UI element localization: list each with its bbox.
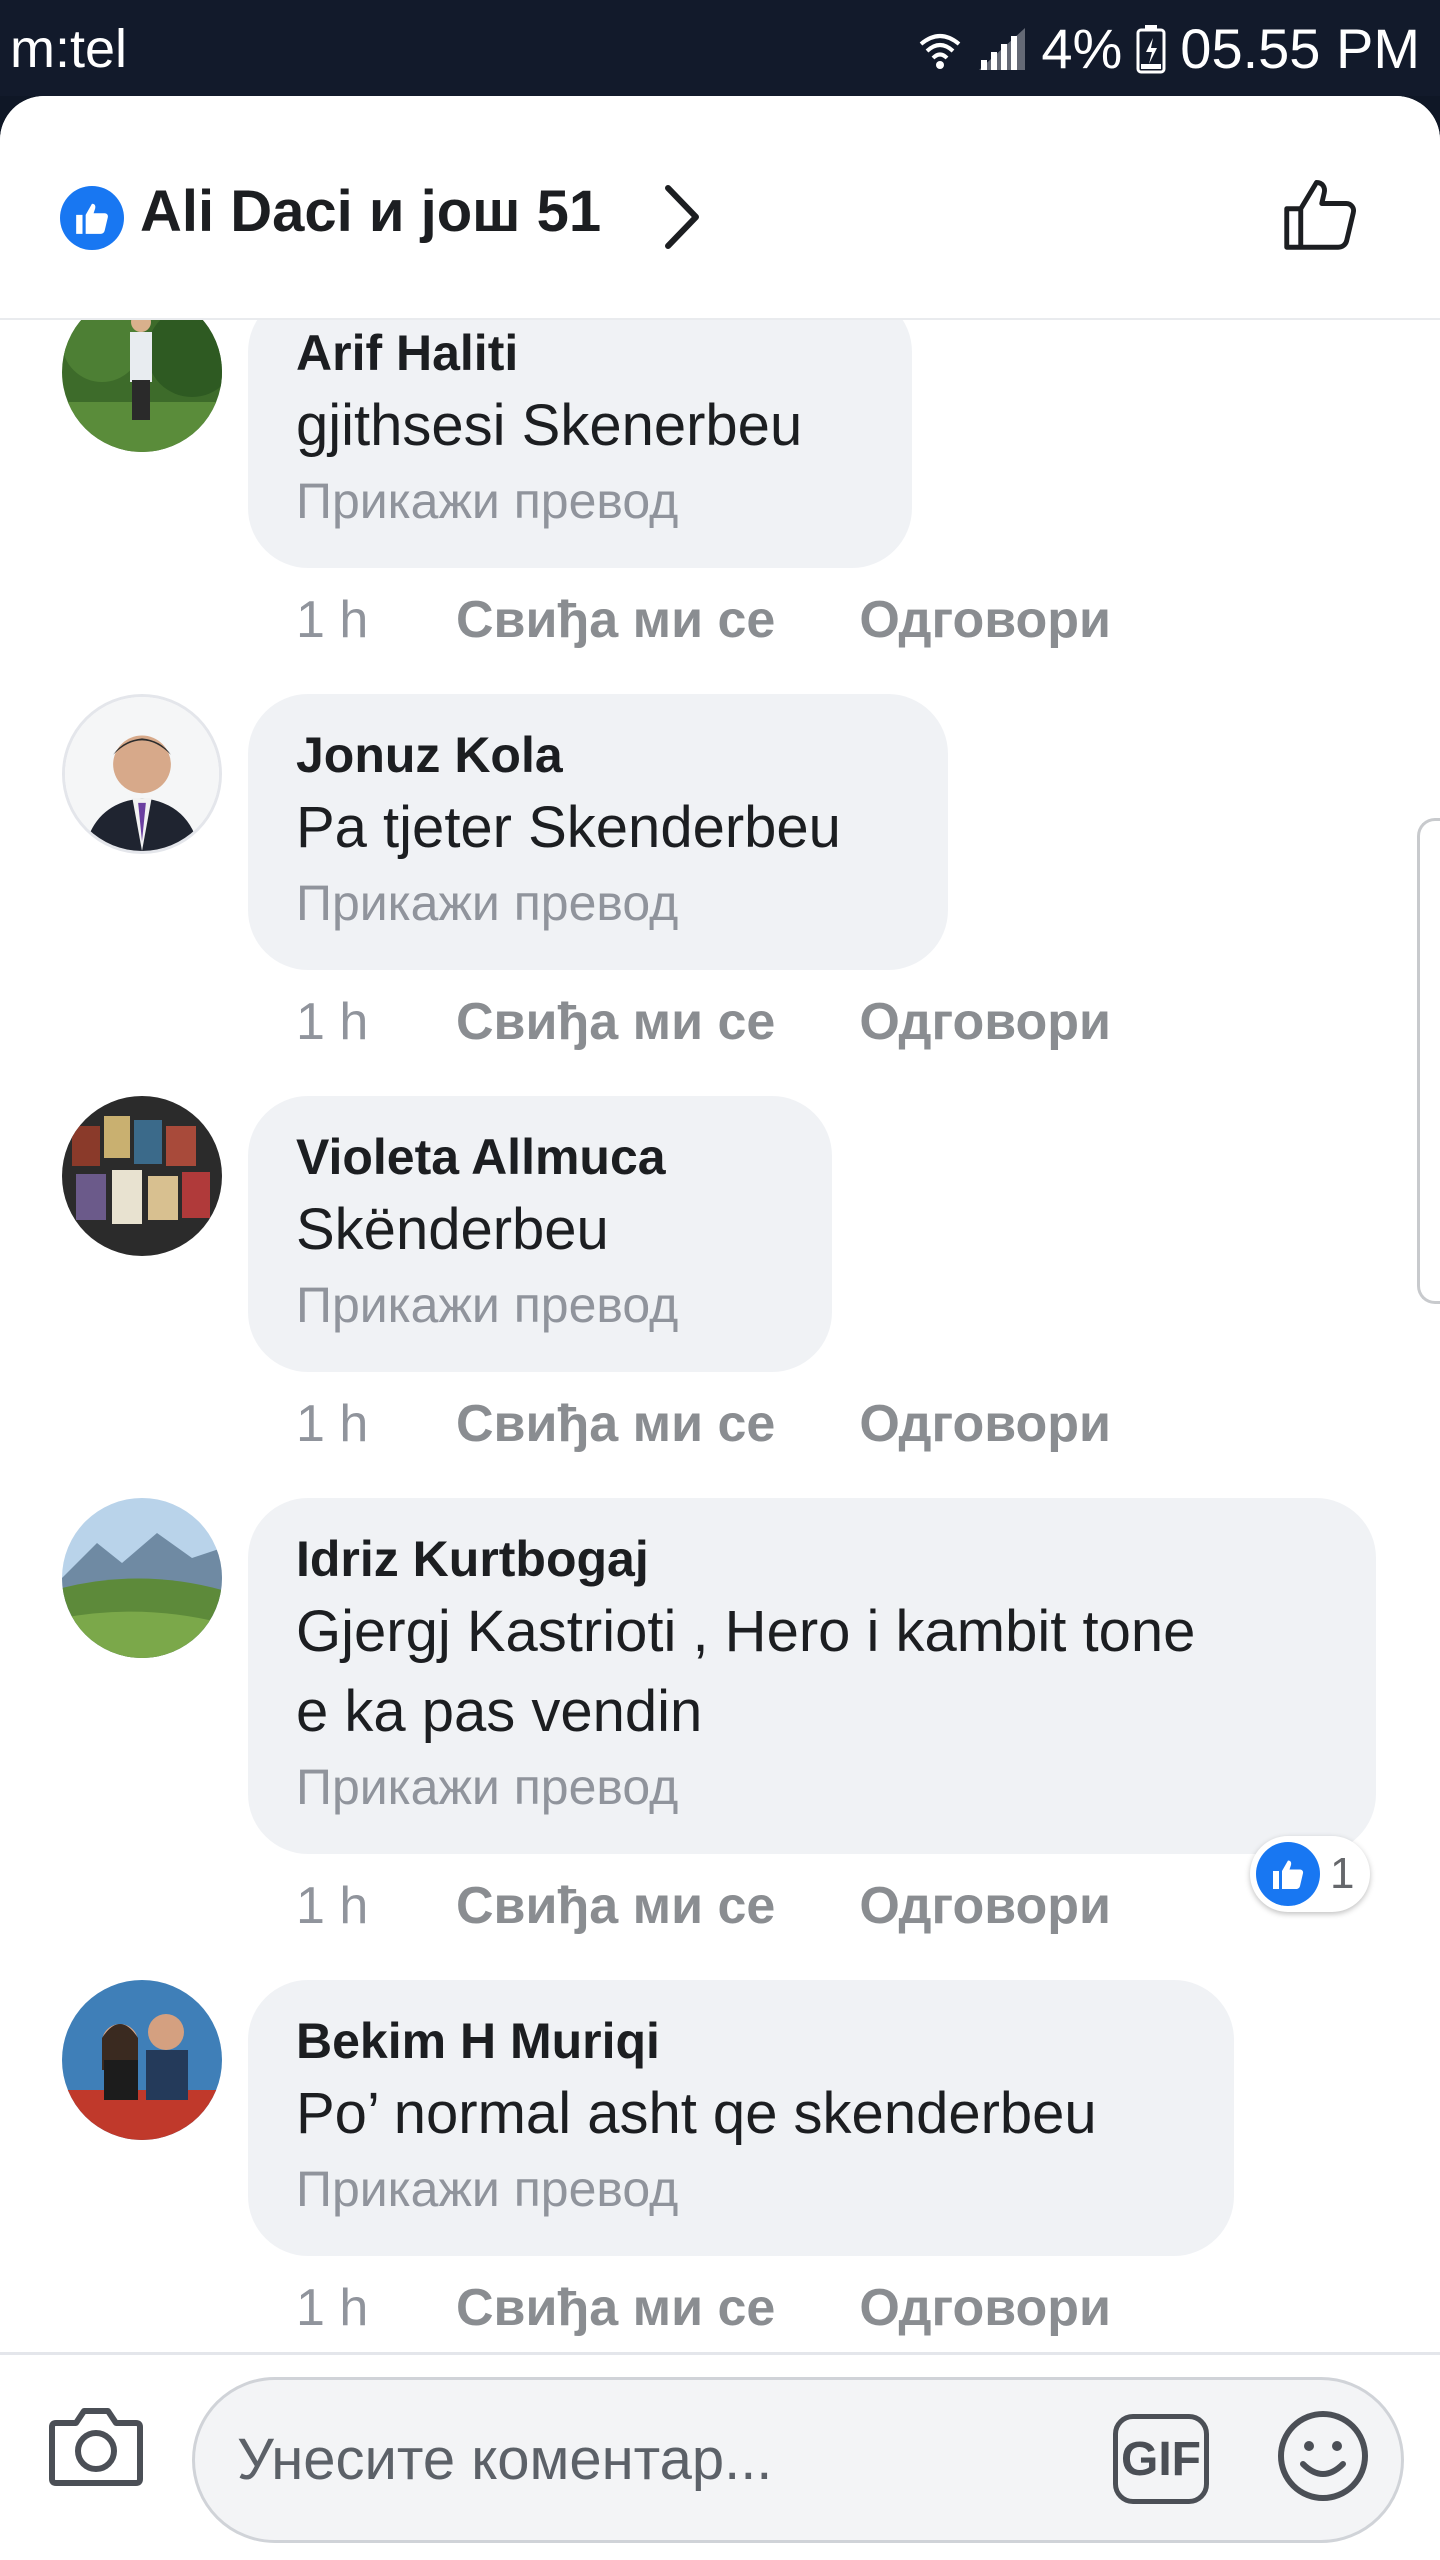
comment-author[interactable]: Arif Haliti	[296, 320, 848, 386]
see-translation-link[interactable]: Прикажи превод	[296, 1752, 1312, 1822]
gif-button[interactable]: GIF	[1113, 2414, 1209, 2504]
comment-actions: 1 h Свиђа ми се Одговори	[296, 992, 1195, 1052]
comment-author[interactable]: Violeta Allmuca	[296, 1124, 768, 1190]
comment-text: gjithsesi Skenerbeu	[296, 393, 803, 458]
comment-composer: Унесите коментар... GIF	[0, 2352, 1440, 2560]
see-translation-link[interactable]: Прикажи превод	[296, 466, 848, 536]
comment-actions: 1 h Свиђа ми се Одговори	[296, 2278, 1195, 2338]
avatar[interactable]	[62, 1498, 222, 1658]
avatar[interactable]	[62, 1096, 222, 1256]
comment-author[interactable]: Idriz Kurtbogaj	[296, 1526, 1312, 1592]
like-button[interactable]: Свиђа ми се	[456, 590, 775, 650]
like-button[interactable]: Свиђа ми се	[456, 2278, 775, 2338]
like-reaction-icon	[60, 186, 124, 250]
like-post-button[interactable]	[1278, 172, 1362, 261]
comment-actions: 1 h Свиђа ми се Одговори	[296, 590, 1195, 650]
battery-percent: 4%	[1041, 17, 1123, 80]
comment-time: 1 h	[296, 993, 369, 1051]
comment-time: 1 h	[296, 1395, 369, 1453]
comment-text: Skënderbeu	[296, 1197, 609, 1262]
reply-button[interactable]: Одговори	[859, 1876, 1111, 1936]
comment-bubble[interactable]: Violeta Allmuca Skënderbeu Прикажи прево…	[248, 1096, 832, 1372]
like-reaction-icon	[1256, 1842, 1320, 1906]
comment-author[interactable]: Jonuz Kola	[296, 722, 884, 788]
avatar[interactable]	[62, 318, 222, 452]
comments-sheet: Ali Daci и још 51 Arif Haliti gjithsesi …	[0, 96, 1440, 2560]
comment-actions: 1 h Свиђа ми се Одговори	[296, 1876, 1195, 1936]
reactions-summary[interactable]: Ali Daci и још 51	[140, 178, 601, 245]
comment-actions: 1 h Свиђа ми се Одговори	[296, 1394, 1195, 1454]
status-indicators: 4% 05.55 PM	[917, 16, 1420, 81]
battery-icon	[1136, 24, 1166, 74]
carrier-name: m:tel	[10, 19, 128, 79]
reactions-header[interactable]: Ali Daci и још 51	[0, 96, 1440, 320]
reply-button[interactable]: Одговори	[859, 1394, 1111, 1454]
avatar[interactable]	[62, 694, 222, 854]
comment-author[interactable]: Bekim H Muriqi	[296, 2008, 1170, 2074]
comment-time: 1 h	[296, 2279, 369, 2337]
comment-list[interactable]: Arif Haliti gjithsesi Skenerbeu Прикажи …	[0, 318, 1440, 2348]
see-translation-link[interactable]: Прикажи превод	[296, 868, 884, 938]
status-bar: m:tel 4% 05.55 PM	[0, 0, 1440, 96]
like-button[interactable]: Свиђа ми се	[456, 992, 775, 1052]
comment-bubble[interactable]: Bekim H Muriqi Po’ normal asht qe skende…	[248, 1980, 1234, 2256]
reply-button[interactable]: Одговори	[859, 590, 1111, 650]
comment-bubble[interactable]: Arif Haliti gjithsesi Skenerbeu Прикажи …	[248, 318, 912, 568]
clock: 05.55 PM	[1180, 17, 1420, 80]
comment-time: 1 h	[296, 591, 369, 649]
comment-time: 1 h	[296, 1877, 369, 1935]
see-translation-link[interactable]: Прикажи превод	[296, 1270, 768, 1340]
comment-bubble[interactable]: Idriz Kurtbogaj Gjergj Kastrioti , Hero …	[248, 1498, 1376, 1854]
comment-text: Pa tjeter Skenderbeu	[296, 795, 841, 860]
reply-button[interactable]: Одговори	[859, 2278, 1111, 2338]
reaction-count-badge[interactable]: 1	[1250, 1836, 1371, 1912]
comment-text-line1: Gjergj Kastrioti , Hero i kambit tone	[296, 1599, 1196, 1664]
comment-input[interactable]: Унесите коментар... GIF	[192, 2377, 1404, 2543]
comment-bubble[interactable]: Jonuz Kola Pa tjeter Skenderbeu Прикажи …	[248, 694, 948, 970]
comment-text: Po’ normal asht qe skenderbeu	[296, 2081, 1097, 2146]
comment-text-line2: e ka pas vendin	[296, 1679, 703, 1744]
see-translation-link[interactable]: Прикажи превод	[296, 2154, 1170, 2224]
signal-icon	[977, 26, 1027, 72]
camera-icon[interactable]	[48, 2403, 144, 2494]
scroll-handle[interactable]	[1417, 818, 1440, 1304]
chevron-right-icon[interactable]	[660, 182, 704, 257]
like-button[interactable]: Свиђа ми се	[456, 1394, 775, 1454]
avatar[interactable]	[62, 1980, 222, 2140]
reply-button[interactable]: Одговори	[859, 992, 1111, 1052]
emoji-icon[interactable]	[1275, 2408, 1371, 2509]
wifi-icon	[917, 26, 963, 72]
like-button[interactable]: Свиђа ми се	[456, 1876, 775, 1936]
comment-input-placeholder: Унесите коментар...	[237, 2427, 773, 2492]
reaction-count: 1	[1330, 1849, 1355, 1898]
